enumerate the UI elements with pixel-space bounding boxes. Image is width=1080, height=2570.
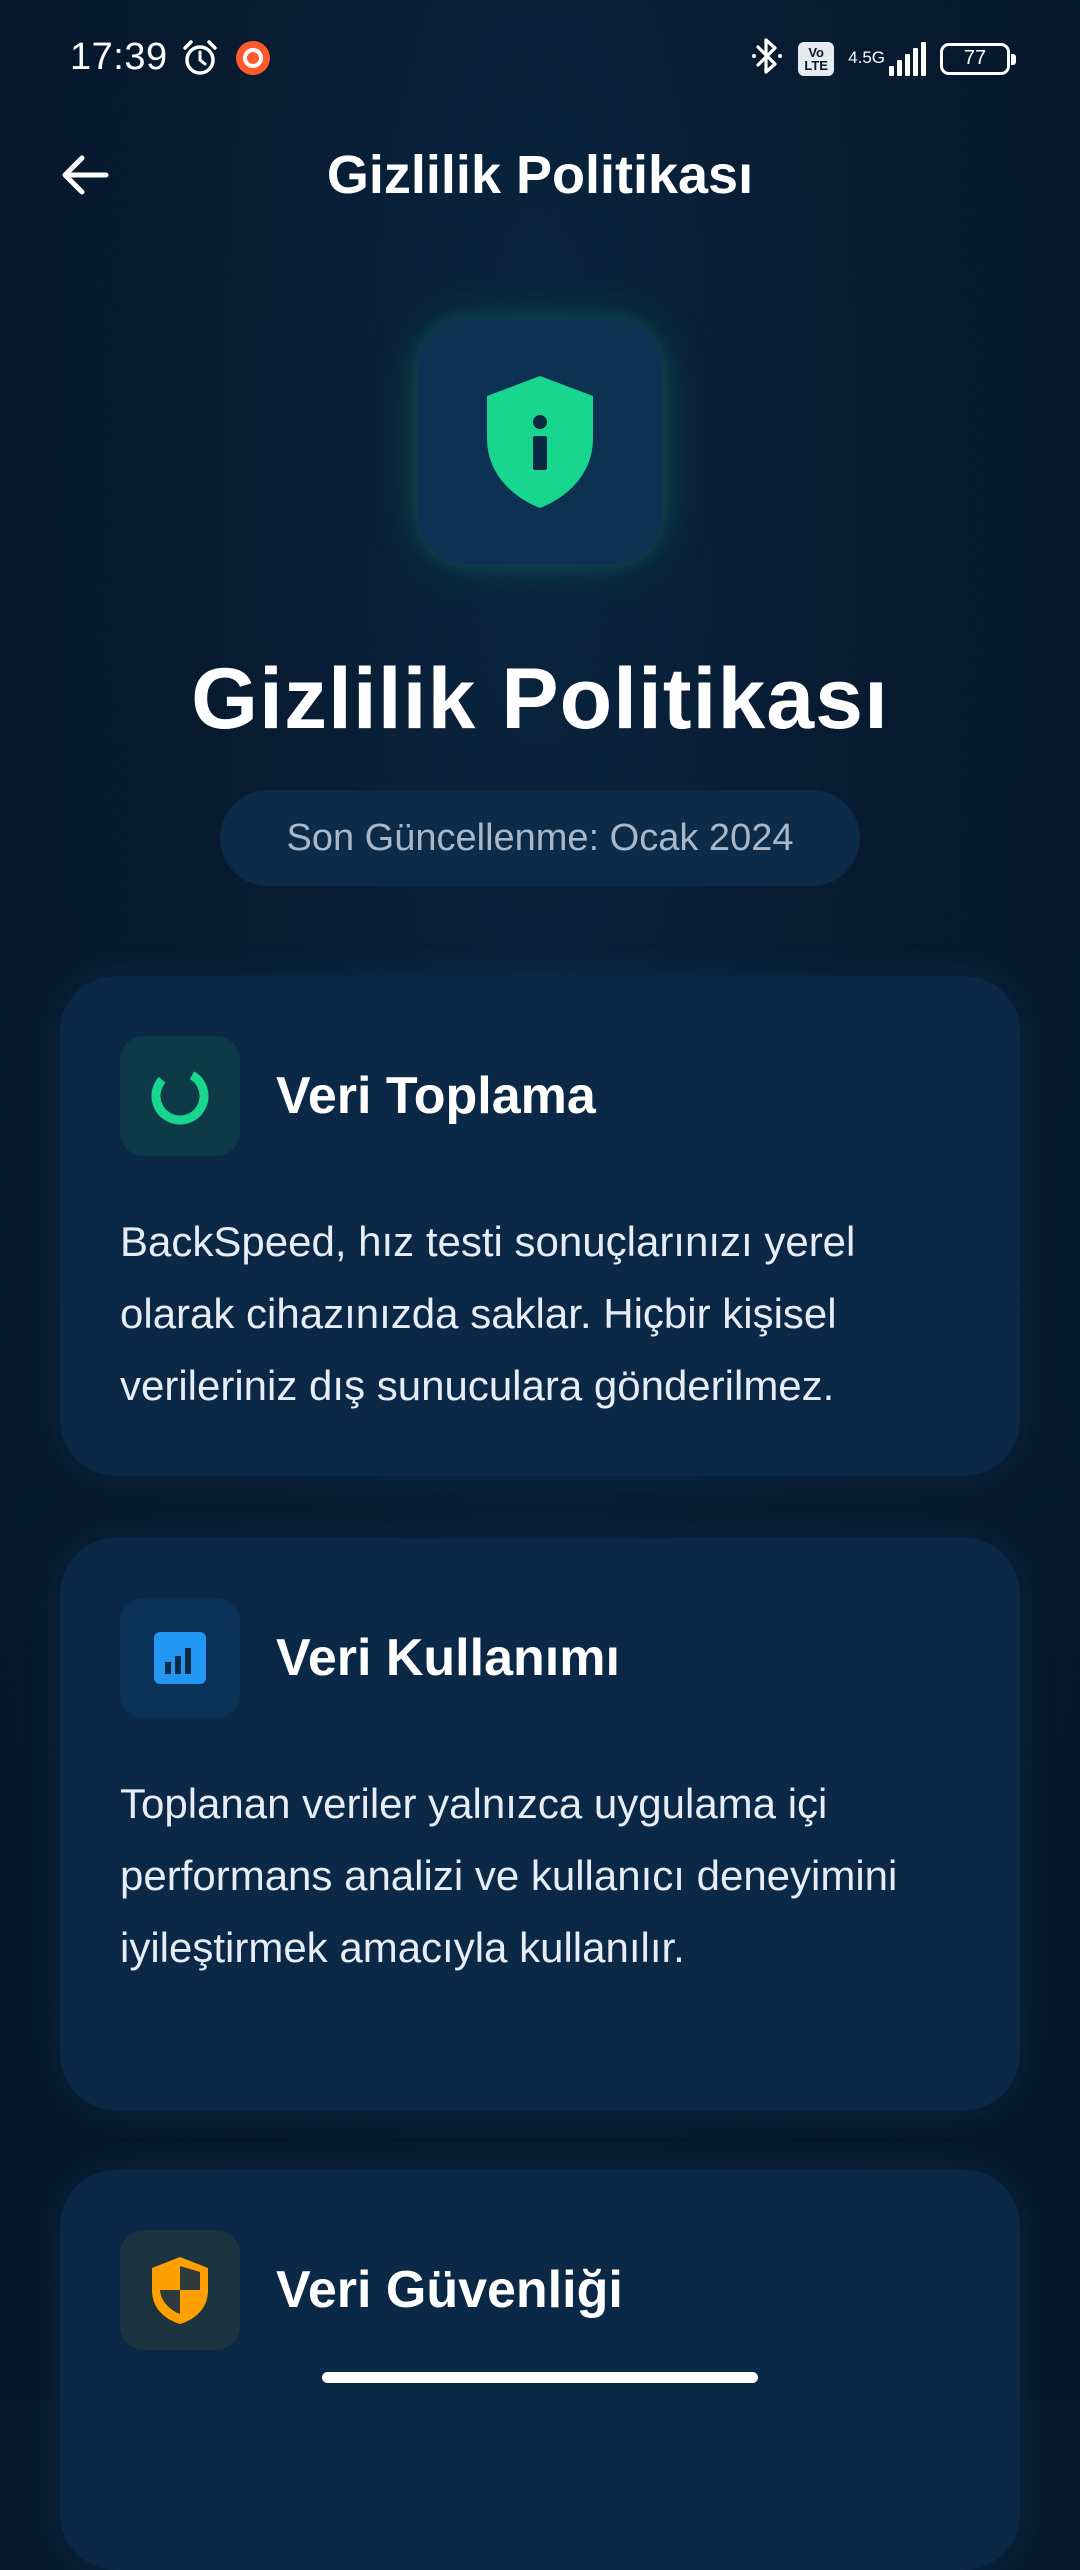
last-updated-badge: Son Güncellenme: Ocak 2024 bbox=[220, 790, 860, 886]
card-body: BackSpeed, hız testi sonuçlarınızı yerel… bbox=[120, 1218, 856, 1409]
volte-icon: Vo LTE bbox=[798, 41, 835, 76]
card-body: Toplanan veriler yalnızca uygulama içi p… bbox=[120, 1780, 898, 1971]
status-time: 17:39 bbox=[70, 36, 168, 78]
shield-icon bbox=[152, 2257, 208, 2324]
bar-chart-icon bbox=[154, 1632, 206, 1684]
status-right-icons: Vo LTE 4.5G 77 bbox=[750, 36, 1016, 81]
signal-icon: 4.5G bbox=[848, 41, 926, 76]
battery-icon: 77 bbox=[940, 42, 1016, 75]
card-icon-box bbox=[120, 1036, 240, 1156]
hero-icon-box bbox=[418, 320, 662, 564]
progress-ring-icon bbox=[151, 1067, 209, 1125]
card-data-security: Veri Güvenliği bbox=[60, 2170, 1020, 2570]
shield-info-icon bbox=[487, 376, 593, 508]
network-type: 4.5G bbox=[848, 47, 885, 67]
hero-title: Gizlilik Politikası bbox=[191, 651, 889, 747]
alarm-icon bbox=[180, 38, 220, 83]
card-title: Veri Güvenliği bbox=[276, 2261, 623, 2319]
card-icon-box bbox=[120, 2230, 240, 2350]
gesture-nav-handle[interactable] bbox=[322, 2372, 758, 2383]
card-title: Veri Kullanımı bbox=[276, 1629, 620, 1687]
card-icon-box bbox=[120, 1598, 240, 1718]
bluetooth-icon bbox=[750, 36, 784, 81]
record-icon bbox=[234, 39, 272, 82]
card-data-usage: Veri Kullanımı Toplanan veriler yalnızca… bbox=[60, 1538, 1020, 2110]
volte-bottom: LTE bbox=[804, 57, 828, 73]
card-title: Veri Toplama bbox=[276, 1067, 596, 1125]
app-bar-title: Gizlilik Politikası bbox=[326, 145, 754, 205]
status-left-icons bbox=[180, 38, 272, 83]
card-data-collection: Veri Toplama BackSpeed, hız testi sonuçl… bbox=[60, 976, 1020, 1476]
battery-level: 77 bbox=[963, 47, 987, 69]
app-bar: Gizlilik Politikası bbox=[0, 120, 1080, 230]
status-bar: 17:39 Vo LTE 4.5G 77 bbox=[0, 0, 1080, 110]
